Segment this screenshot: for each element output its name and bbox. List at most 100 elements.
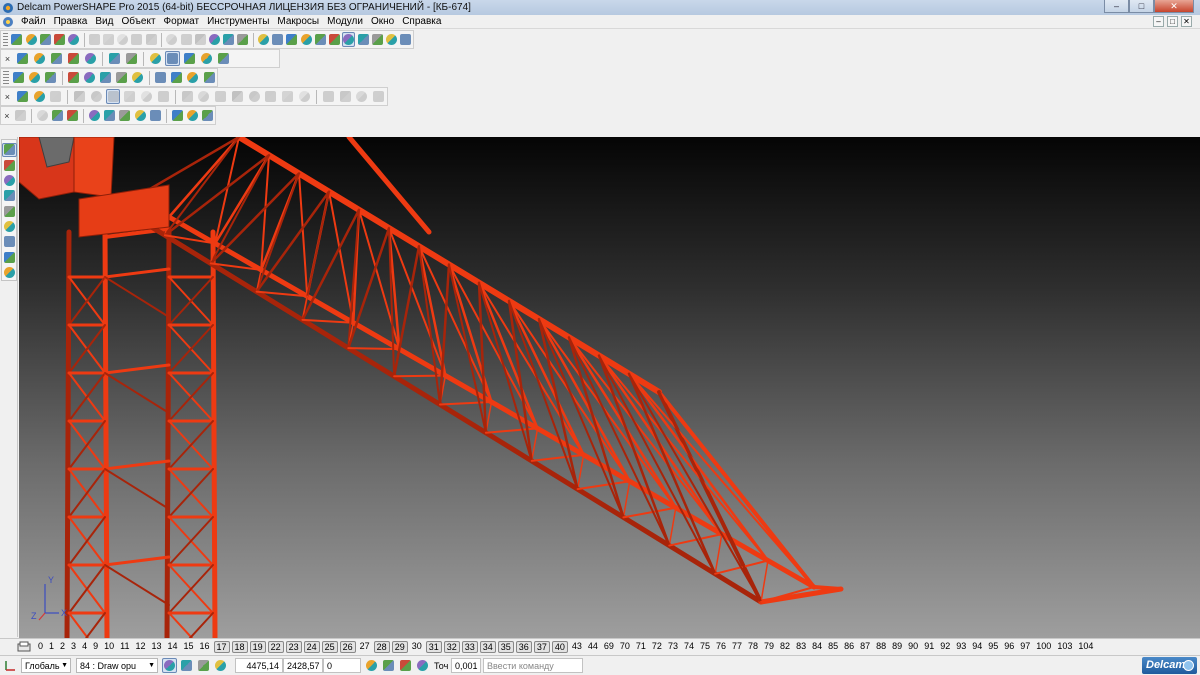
- level-button[interactable]: 28: [373, 641, 390, 653]
- grid-icon[interactable]: [213, 658, 228, 673]
- wire-select-icon[interactable]: [48, 89, 63, 104]
- level-button[interactable]: 76: [713, 641, 729, 653]
- view-left-icon[interactable]: [49, 51, 64, 66]
- point-select-icon[interactable]: [32, 89, 47, 104]
- assembly-icon[interactable]: [186, 70, 200, 85]
- document-icon[interactable]: [28, 70, 42, 85]
- workplane-select[interactable]: Глобаль ▼: [21, 658, 71, 673]
- level-button[interactable]: 88: [873, 641, 889, 653]
- level-button[interactable]: 82: [777, 641, 793, 653]
- zoom-fit-icon[interactable]: [107, 51, 122, 66]
- workplane-icon[interactable]: [3, 659, 17, 673]
- level-button[interactable]: 84: [809, 641, 825, 653]
- menu-view[interactable]: Вид: [91, 15, 117, 29]
- command-input[interactable]: Ввести команду: [483, 658, 583, 673]
- level-button[interactable]: 4: [79, 641, 90, 653]
- level-button[interactable]: 103: [1054, 641, 1075, 653]
- document-menu-icon[interactable]: [2, 16, 14, 28]
- section-icon[interactable]: [338, 89, 353, 104]
- globe-icon[interactable]: [148, 51, 163, 66]
- sweep-icon[interactable]: [201, 108, 214, 123]
- menu-object[interactable]: Объект: [117, 15, 159, 29]
- level-button[interactable]: 23: [285, 641, 302, 653]
- level-button[interactable]: 18: [231, 641, 248, 653]
- level-button[interactable]: 79: [761, 641, 777, 653]
- model-icon[interactable]: [154, 70, 168, 85]
- solid-block-icon[interactable]: [66, 108, 79, 123]
- point-icon[interactable]: [258, 32, 270, 47]
- level-button[interactable]: 35: [497, 641, 514, 653]
- workplane-align-icon[interactable]: [415, 658, 430, 673]
- level-button[interactable]: 40: [551, 641, 568, 653]
- rotate-view-icon[interactable]: [89, 89, 104, 104]
- level-button[interactable]: 36: [515, 641, 532, 653]
- menu-help[interactable]: Справка: [398, 15, 445, 29]
- level-button[interactable]: 12: [132, 641, 148, 653]
- doc-restore-button[interactable]: □: [1167, 16, 1178, 27]
- level-button[interactable]: 71: [633, 641, 649, 653]
- cube-view-8-icon[interactable]: [297, 89, 312, 104]
- pan-view-icon[interactable]: [122, 89, 137, 104]
- level-button[interactable]: 44: [585, 641, 601, 653]
- surface-icon[interactable]: [372, 32, 384, 47]
- menu-modules[interactable]: Модули: [323, 15, 367, 29]
- edit-icon[interactable]: [194, 32, 206, 47]
- feature-icon[interactable]: [400, 32, 412, 47]
- block-icon[interactable]: [131, 70, 145, 85]
- level-button[interactable]: 78: [745, 641, 761, 653]
- doc-close-button[interactable]: ✕: [1181, 16, 1192, 27]
- toolbar-grip[interactable]: [3, 70, 9, 85]
- level-button[interactable]: 97: [1017, 641, 1033, 653]
- level-button[interactable]: 14: [164, 641, 180, 653]
- solid-cone-icon[interactable]: [103, 108, 116, 123]
- select-icon[interactable]: [11, 32, 23, 47]
- level-button[interactable]: 10: [101, 641, 117, 653]
- level-button[interactable]: 69: [601, 641, 617, 653]
- level-button[interactable]: 96: [1001, 641, 1017, 653]
- level-button[interactable]: 27: [357, 641, 373, 653]
- coordinate-icon[interactable]: [36, 108, 49, 123]
- open-icon[interactable]: [39, 32, 51, 47]
- level-button[interactable]: 22: [267, 641, 284, 653]
- level-button[interactable]: 89: [889, 641, 905, 653]
- level-button[interactable]: 43: [569, 641, 585, 653]
- toolbar-grip[interactable]: [3, 32, 8, 47]
- lock-icon[interactable]: [196, 658, 211, 673]
- level-button[interactable]: 74: [681, 641, 697, 653]
- menu-tools[interactable]: Инструменты: [203, 15, 273, 29]
- arc-icon[interactable]: [222, 32, 235, 47]
- fillet-icon[interactable]: [342, 32, 356, 47]
- axis-icon[interactable]: [14, 108, 27, 123]
- level-button[interactable]: 70: [617, 641, 633, 653]
- level-button[interactable]: 11: [117, 641, 132, 653]
- level-button[interactable]: 1: [46, 641, 57, 653]
- cube-view-4-icon[interactable]: [230, 89, 245, 104]
- level-button[interactable]: 26: [339, 641, 356, 653]
- level-button[interactable]: 83: [793, 641, 809, 653]
- level-button[interactable]: 25: [321, 641, 338, 653]
- box-zoom-icon[interactable]: [139, 89, 154, 104]
- sphere-icon[interactable]: [83, 70, 97, 85]
- solid-icon[interactable]: [386, 32, 398, 47]
- level-button[interactable]: 19: [249, 641, 266, 653]
- level-button[interactable]: 94: [969, 641, 985, 653]
- level-button[interactable]: 29: [391, 641, 408, 653]
- page-icon[interactable]: [44, 70, 58, 85]
- level-button[interactable]: 31: [425, 641, 442, 653]
- delete-icon[interactable]: [131, 32, 143, 47]
- view-rotate-icon[interactable]: [83, 51, 98, 66]
- level-button[interactable]: 3: [68, 641, 79, 653]
- level-button[interactable]: 16: [197, 641, 213, 653]
- mirror-view-icon[interactable]: [321, 89, 336, 104]
- toolbar-close-icon[interactable]: ×: [3, 111, 11, 121]
- spline-icon[interactable]: [328, 32, 340, 47]
- level-button[interactable]: 15: [181, 641, 197, 653]
- tree-view-icon[interactable]: [2, 159, 17, 172]
- level-button[interactable]: 87: [857, 641, 873, 653]
- dimension-icon[interactable]: [286, 32, 298, 47]
- snap-grid-icon[interactable]: [162, 658, 177, 673]
- solid-cylinder-icon[interactable]: [88, 108, 101, 123]
- toolbar-close-icon[interactable]: ×: [3, 92, 12, 102]
- curve-icon[interactable]: [237, 32, 249, 47]
- minimize-button[interactable]: –: [1104, 0, 1129, 13]
